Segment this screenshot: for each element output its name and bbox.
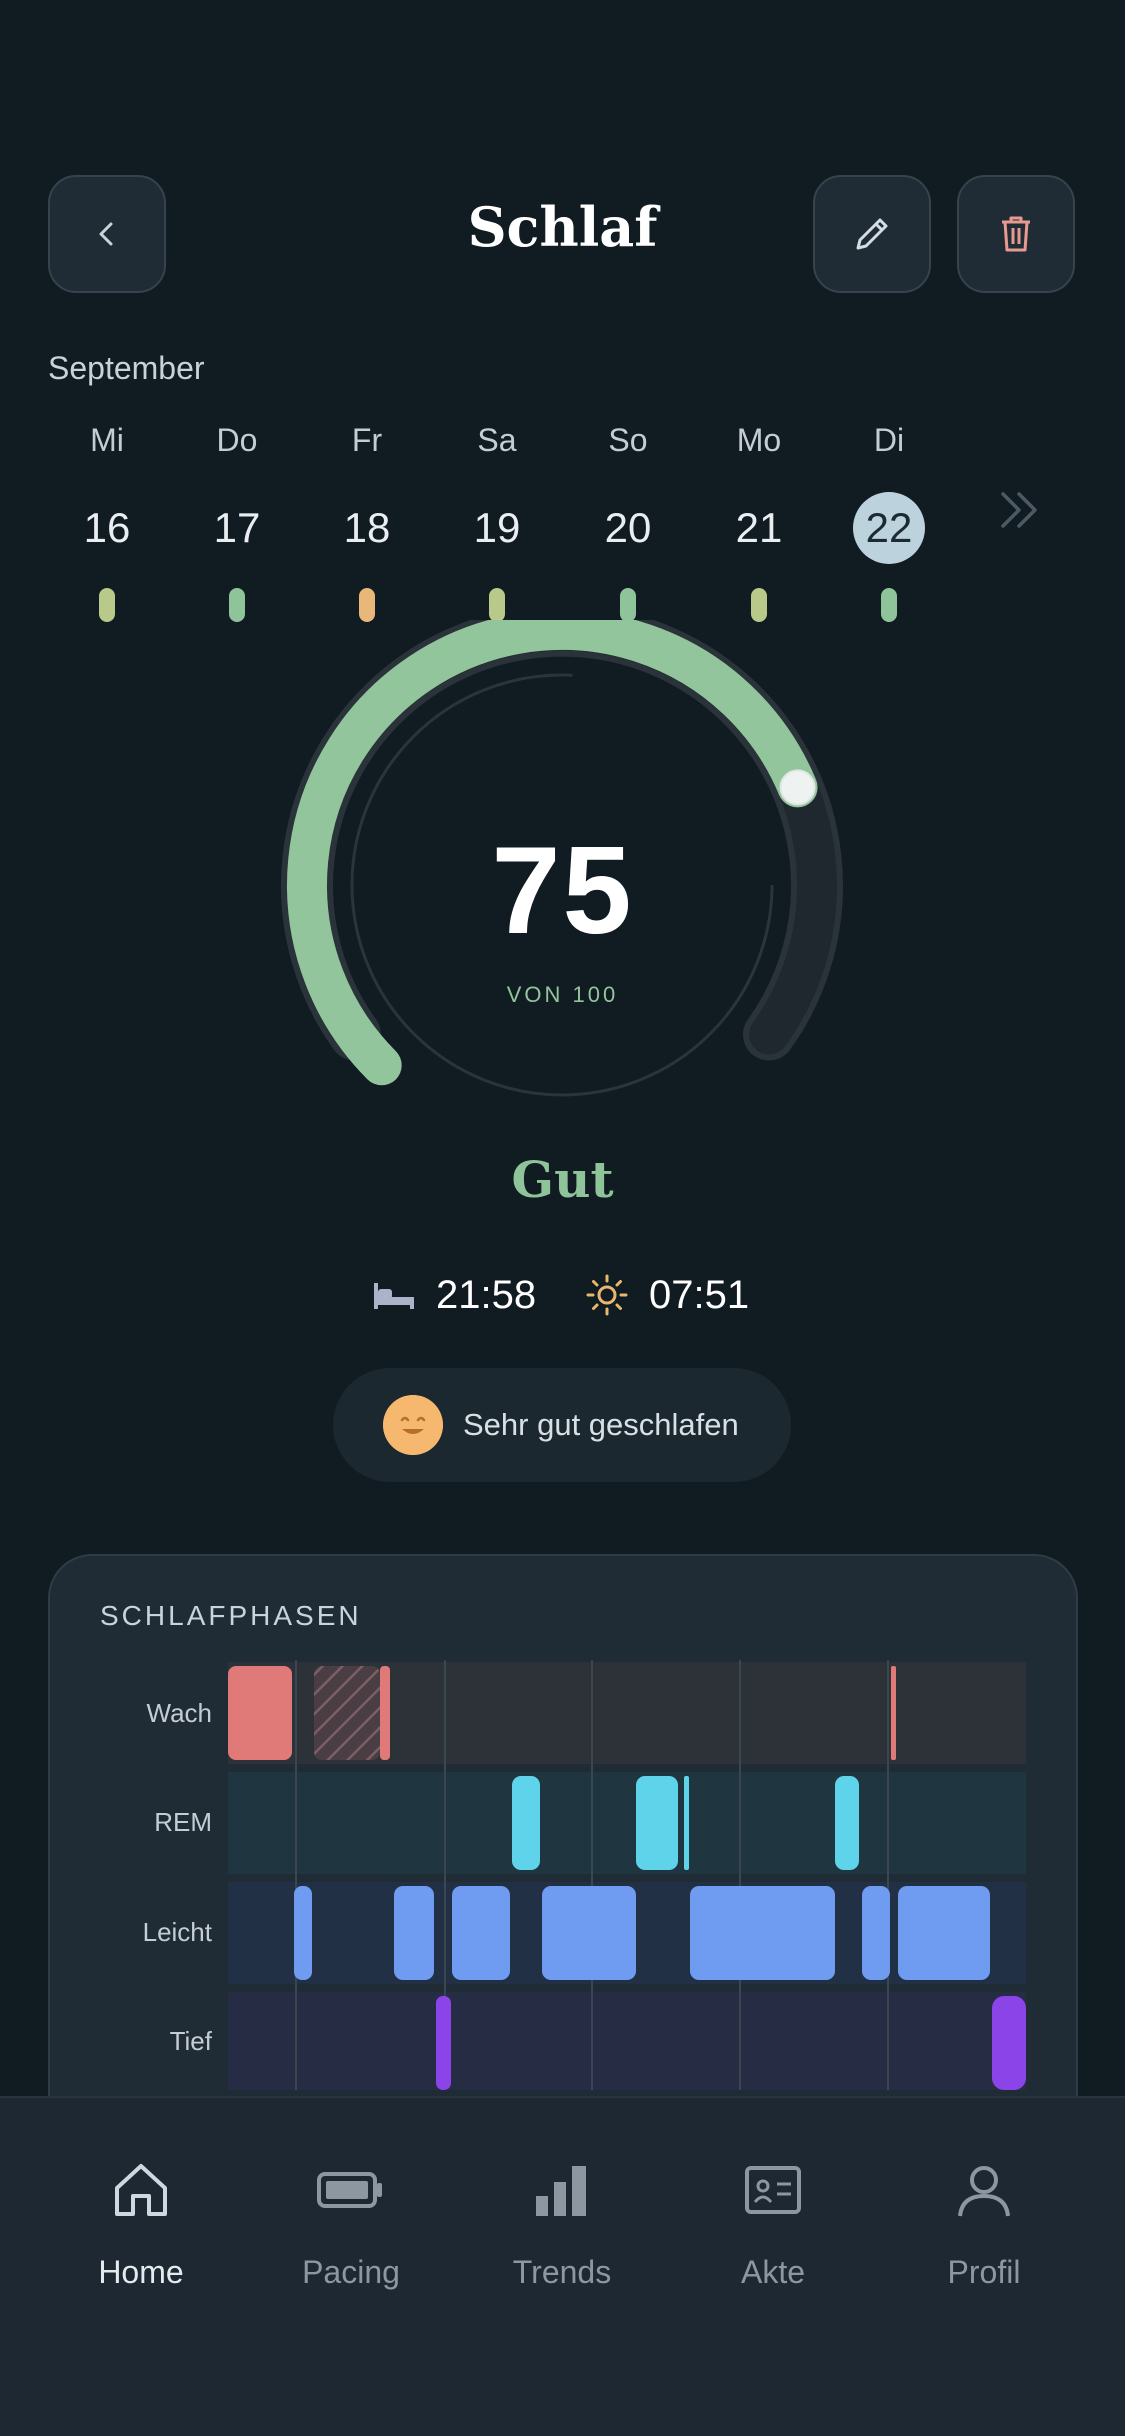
hypnogram (228, 1660, 1026, 2090)
bedtime: 21:58 (372, 1265, 536, 1325)
quality-dot (489, 588, 505, 622)
phase-segment-rem (684, 1776, 689, 1870)
battery-icon (317, 2172, 382, 2208)
phase-label-tief: Tief (169, 2026, 212, 2056)
bedtime-value: 21:58 (436, 1272, 537, 1317)
sun-icon (586, 1274, 628, 1316)
home-icon (115, 2164, 167, 2216)
date-number: 16 (83, 504, 131, 551)
phase-segment-tief (992, 1996, 1026, 2090)
bed-icon (374, 1283, 414, 1309)
phase-segment-rem (835, 1776, 859, 1870)
quality-dot (620, 588, 636, 622)
mood-label: Sehr gut geschlafen (463, 1407, 739, 1442)
pencil-icon (856, 218, 888, 250)
phase-segment-wach (380, 1666, 390, 1760)
day-item[interactable]: Mo 21 (704, 418, 814, 622)
bar-chart-icon (536, 2166, 586, 2216)
day-item[interactable]: Fr 18 (312, 418, 422, 622)
id-card-icon (745, 2166, 801, 2214)
tab-profil[interactable]: Profil (904, 2150, 1064, 2291)
quality-dot (359, 588, 375, 622)
tab-home[interactable]: Home (61, 2150, 221, 2291)
double-chevron-right-icon[interactable] (995, 480, 1045, 540)
phase-segment-wach (891, 1666, 896, 1760)
score-rating: Gut (511, 1150, 614, 1209)
phase-segment-leicht (542, 1886, 636, 1980)
wake-value: 07:51 (649, 1272, 750, 1317)
edit-button[interactable] (813, 175, 931, 293)
score-max-label: VON 100 (506, 982, 619, 1007)
day-item[interactable]: Mi 16 (52, 418, 162, 622)
phase-segment-leicht (294, 1886, 312, 1980)
smiling-face-icon (383, 1395, 443, 1455)
phase-segment-rem (512, 1776, 540, 1870)
delete-button[interactable] (957, 175, 1075, 293)
phase-segment-leicht (862, 1886, 890, 1980)
date-number: 19 (473, 504, 521, 551)
weekday-label: Mo (736, 422, 782, 458)
phase-segment-leicht (452, 1886, 510, 1980)
date-number: 20 (604, 504, 652, 551)
quality-dot (751, 588, 767, 622)
phase-label-leicht: Leicht (142, 1917, 212, 1947)
weekday-label: Do (216, 422, 258, 458)
month-label: September (48, 350, 205, 386)
card-title: SCHLAFPHASEN (100, 1600, 362, 1631)
phase-label-rem: REM (154, 1807, 212, 1837)
tab-akte[interactable]: Akte (693, 2150, 853, 2291)
phase-segment-rem (636, 1776, 678, 1870)
row-bg-rem (228, 1772, 1026, 1874)
mood-pill[interactable]: Sehr gut geschlafen (333, 1368, 791, 1482)
tab-label: Profil (947, 2254, 1021, 2290)
day-item-selected[interactable]: Di 22 (834, 418, 944, 622)
phase-segment-leicht (394, 1886, 434, 1980)
date-number: 21 (735, 504, 783, 551)
day-item[interactable]: So 20 (573, 418, 683, 622)
quality-dot (99, 588, 115, 622)
trash-icon (1002, 216, 1030, 252)
quality-dot (881, 588, 897, 622)
waketime: 07:51 (585, 1265, 749, 1325)
tab-pacing[interactable]: Pacing (271, 2150, 431, 2291)
date-number: 22 (853, 492, 925, 564)
weekday-label: Di (873, 422, 905, 458)
date-number: 18 (343, 504, 391, 551)
phase-segment-wach (228, 1666, 292, 1760)
tab-label: Akte (740, 2254, 806, 2290)
phase-segment-tief (436, 1996, 451, 2090)
day-item[interactable]: Sa 19 (442, 418, 552, 622)
user-icon (958, 2166, 1010, 2217)
weekday-label: Sa (477, 422, 517, 458)
tab-label: Home (98, 2254, 184, 2290)
phase-label-wach: Wach (146, 1698, 213, 1728)
quality-dot (229, 588, 245, 622)
phase-segment-leicht (690, 1886, 835, 1980)
weekday-label: Fr (351, 422, 383, 458)
weekday-label: So (608, 422, 648, 458)
row-bg-tief (228, 1992, 1026, 2090)
score-value: 75 (491, 822, 634, 960)
phase-segment-leicht (898, 1886, 990, 1980)
gauge-knob (779, 769, 816, 806)
tab-trends[interactable]: Trends (482, 2150, 642, 2291)
weekday-label: Mi (90, 422, 124, 458)
date-number: 17 (213, 504, 261, 551)
day-item[interactable]: Do 17 (182, 418, 292, 622)
phase-segment-wach-hatched (314, 1666, 380, 1760)
tab-label: Pacing (302, 2254, 400, 2290)
tab-label: Trends (512, 2254, 612, 2290)
